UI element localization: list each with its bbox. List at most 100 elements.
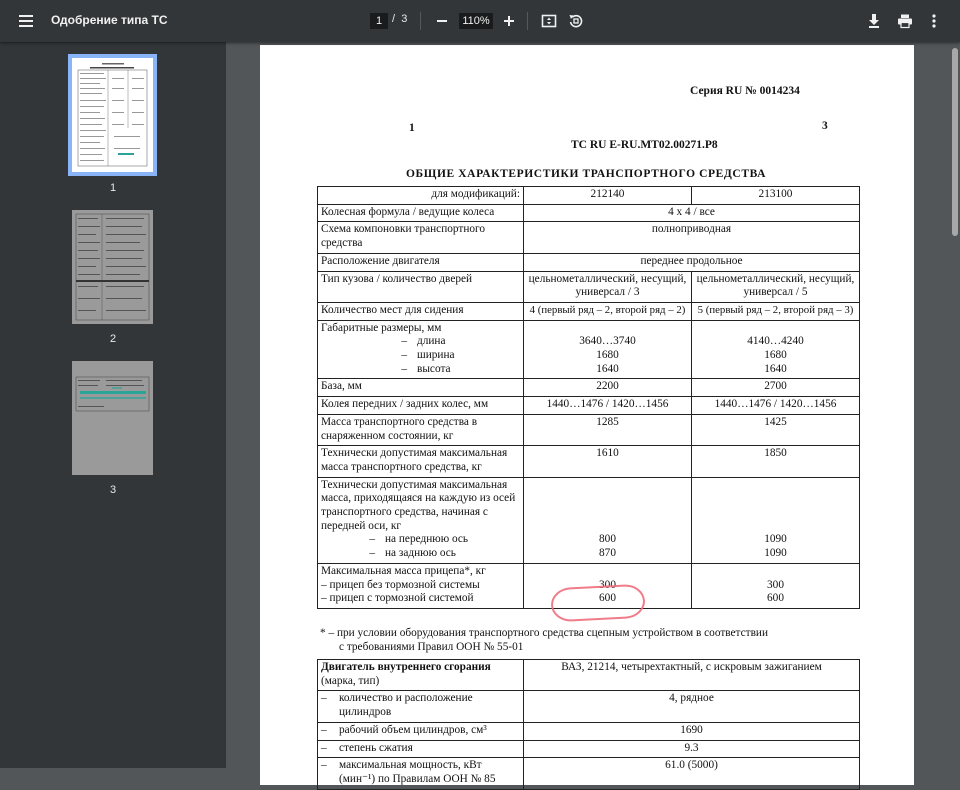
- thumbnail-label: 2: [109, 333, 117, 345]
- width-value: 1680: [596, 349, 619, 362]
- table-cell: 9.3: [523, 739, 860, 759]
- page-thumbnail-1[interactable]: [68, 54, 157, 176]
- table-cell: – степень сжатия: [317, 739, 524, 759]
- fit-page-icon[interactable]: [537, 9, 561, 33]
- thumbnail-preview: [75, 376, 150, 412]
- table-cell: 4 x 4 / все: [523, 203, 860, 223]
- total-pages: 3: [401, 13, 408, 25]
- thumbnail-label: 1: [109, 182, 117, 194]
- section-heading: ОБЩИЕ ХАРАКТЕРИСТИКИ ТРАНСПОРТНОГО СРЕДС…: [406, 168, 767, 180]
- dash: –: [401, 335, 407, 348]
- download-icon[interactable]: [862, 9, 886, 33]
- table-row: Схема компоновки транспортного средства …: [317, 221, 860, 254]
- annotation-circle: [550, 583, 646, 623]
- table-cell: Колея передних / задних колес, мм: [317, 396, 524, 415]
- more-vert-icon[interactable]: [922, 9, 946, 33]
- cyl-label: количество и расположение цилиндров: [339, 692, 473, 719]
- table-cell: 2200: [523, 378, 692, 398]
- characteristics-table: для модификаций: 212140 213100 Колесная …: [317, 186, 860, 609]
- zoom-in-icon[interactable]: [497, 9, 521, 33]
- table-row: – максимальная мощность, кВт (мин⁻¹) по П…: [317, 757, 860, 790]
- height-value: 1640: [596, 362, 619, 375]
- length-value: 4140…4240: [747, 335, 804, 348]
- table-cell: 1850: [691, 445, 860, 478]
- page-number-input[interactable]: 1: [370, 13, 388, 29]
- dim-width-row: – ширина: [321, 349, 520, 363]
- dim-length-row: – длина: [321, 335, 520, 349]
- table-cell: 800 870: [523, 476, 692, 564]
- compression-label: степень сжатия: [339, 741, 413, 754]
- table-cell: Количество мест для сидения: [317, 301, 524, 321]
- dash: –: [321, 741, 327, 754]
- toolbar-divider: [420, 12, 421, 30]
- rear-axle-row: – на заднюю ось: [321, 547, 520, 561]
- page-thumbnail-2[interactable]: [72, 210, 153, 324]
- footnote-line: с требованиями Правил ООН № 55-01: [339, 641, 524, 653]
- table-cell: 4, рядное: [523, 690, 860, 723]
- table-row: для модификаций: 212140 213100: [317, 186, 860, 205]
- rear-axle-label: на заднюю ось: [385, 547, 456, 560]
- table-cell: Расположение двигателя: [317, 252, 524, 272]
- table-cell: 1440…1476 / 1420…1456: [523, 396, 692, 415]
- page-thumbnail-3[interactable]: [72, 361, 153, 475]
- table-row: Технически допустимая максимальная масса…: [317, 476, 860, 564]
- table-cell: Колесная формула / ведущие колеса: [317, 203, 524, 223]
- zoom-out-icon[interactable]: [430, 9, 454, 33]
- table-cell: 3640…3740 1680 1640: [523, 319, 692, 380]
- table-cell: – количество и расположение цилиндров: [317, 690, 524, 723]
- zoom-level-input[interactable]: 110%: [459, 13, 493, 29]
- table-cell: – максимальная мощность, кВт (мин⁻¹) по П…: [317, 757, 524, 790]
- menu-icon[interactable]: [14, 9, 38, 33]
- front-axle-value: 800: [599, 533, 616, 546]
- vertical-scrollbar[interactable]: [950, 42, 960, 768]
- table-row: Тип кузова / количество дверей цельномет…: [317, 270, 860, 303]
- table-cell: 61.0 (5000): [523, 757, 860, 790]
- table-cell: 1440…1476 / 1420…1456: [691, 396, 860, 415]
- print-icon[interactable]: [893, 9, 917, 33]
- toolbar-divider: [527, 12, 528, 30]
- certificate-number: ТС RU E-RU.МТ02.00271.Р8: [571, 139, 718, 151]
- dim-height-row: – высота: [321, 363, 520, 377]
- rotate-icon[interactable]: [564, 9, 588, 33]
- page-number-left: 1: [409, 122, 415, 134]
- table-row: Габаритные размеры, мм – длина – ширина – в…: [317, 319, 860, 380]
- table-cell: 1285: [523, 413, 692, 447]
- table-cell: 1610: [523, 445, 692, 478]
- table-cell: Масса транспортного средства в снаряженн…: [317, 413, 524, 447]
- axle-mass-label: Технически допустимая максимальная масса…: [321, 478, 516, 532]
- table-row: – рабочий объем цилиндров, см³ 1690: [317, 721, 860, 741]
- table-row: База, мм 2200 2700: [317, 378, 860, 398]
- dash: –: [321, 723, 327, 736]
- table-cell: 5 (первый ряд – 2, второй ряд – 3): [691, 301, 860, 321]
- table-cell: 1690: [523, 721, 860, 741]
- length-value: 3640…3740: [579, 335, 636, 348]
- front-axle-label: на переднюю ось: [385, 533, 469, 546]
- engine-table: Двигатель внутреннего сгорания (марка, т…: [317, 658, 860, 790]
- front-axle-value: 1090: [764, 533, 787, 546]
- front-axle-row: – на переднюю ось: [321, 533, 520, 547]
- footnote: * – при условии оборудования транспортно…: [320, 626, 880, 654]
- table-row: Масса транспортного средства в снаряженн…: [317, 413, 860, 447]
- thumbnail-preview: [77, 63, 148, 167]
- table-cell: 212140: [523, 186, 692, 205]
- trailer-nobrake-label: – прицеп без тормозной системы: [321, 578, 480, 591]
- displacement-label: рабочий объем цилиндров, см³: [339, 723, 487, 736]
- footnote-line: * – при условии оборудования транспортно…: [320, 627, 769, 639]
- page-count: / 3: [392, 13, 407, 25]
- table-row: Количество мест для сидения 4 (первый ря…: [317, 301, 860, 321]
- thumbnail-preview: [75, 213, 150, 321]
- scrollbar-thumb[interactable]: [952, 48, 958, 236]
- table-cell: 4 (первый ряд – 2, второй ряд – 2): [523, 301, 692, 321]
- table-cell: 1090 1090: [691, 476, 860, 564]
- table-cell: 213100: [691, 186, 860, 205]
- engine-label: Двигатель внутреннего сгорания: [321, 661, 491, 673]
- engine-sub: (марка, тип): [321, 674, 380, 687]
- table-cell: переднее продольное: [523, 252, 860, 272]
- trailer-label: Максимальная масса прицепа*, кг: [321, 564, 486, 577]
- dash: –: [369, 533, 375, 546]
- table-row: Двигатель внутреннего сгорания (марка, т…: [317, 658, 860, 692]
- page-number-right: 3: [822, 120, 828, 132]
- table-cell: Максимальная масса прицепа*, кг – прицеп…: [317, 562, 524, 609]
- trailer-brake-value: 600: [767, 592, 784, 605]
- rear-axle-value: 1090: [764, 547, 787, 560]
